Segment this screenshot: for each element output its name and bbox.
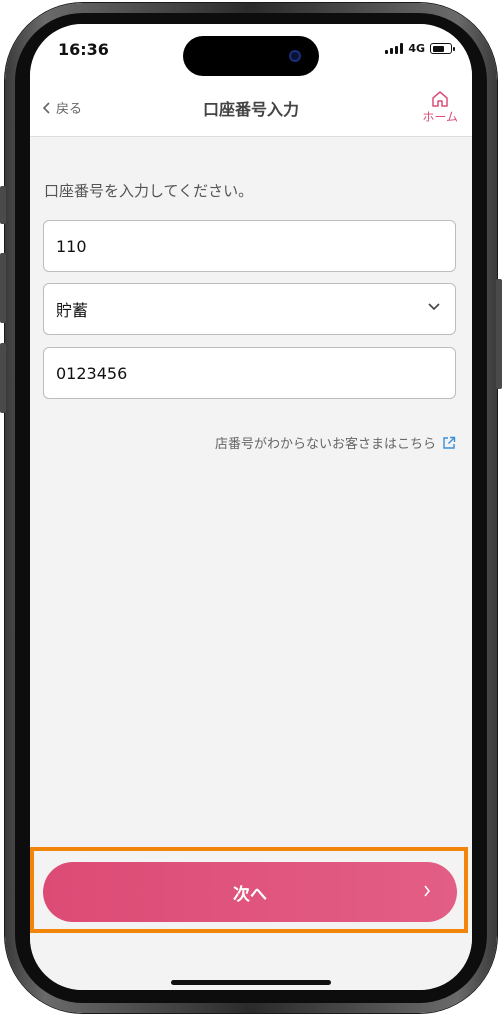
network-type: 4G xyxy=(408,42,425,55)
camera-icon xyxy=(289,50,301,62)
home-icon xyxy=(432,91,448,107)
external-link-icon xyxy=(443,436,456,449)
status-time: 16:36 xyxy=(58,40,109,59)
next-button-label: 次へ xyxy=(233,884,267,905)
home-label: ホーム xyxy=(422,110,458,124)
chevron-down-icon xyxy=(428,303,440,311)
side-button-right xyxy=(496,279,502,389)
home-indicator xyxy=(171,980,331,985)
branch-help-link[interactable]: 店番号がわからないお客さまはこちら xyxy=(215,433,456,452)
next-button[interactable]: 次へ xyxy=(43,862,457,922)
status-indicators: 4G xyxy=(385,42,455,55)
branch-number-field[interactable] xyxy=(43,220,456,272)
dynamic-island xyxy=(183,36,319,76)
account-number-field[interactable] xyxy=(43,347,456,399)
chevron-right-icon xyxy=(424,885,430,897)
signal-icon xyxy=(385,43,404,54)
account-number-input[interactable] xyxy=(56,363,443,383)
account-type-select[interactable]: 貯蓄 xyxy=(43,283,456,335)
side-button-left-2 xyxy=(0,253,6,323)
screen: 16:36 4G 戻る 口座番号入力 ホーム 口座番号を入力してください。 11… xyxy=(30,24,472,990)
page-title: 口座番号入力 xyxy=(202,100,299,119)
status-bar: 16:36 4G xyxy=(30,24,472,80)
battery-icon xyxy=(430,43,455,54)
nav-bar: 戻る 口座番号入力 ホーム xyxy=(30,80,472,137)
home-button[interactable]: ホーム xyxy=(422,90,458,125)
instruction-text: 口座番号を入力してください。 xyxy=(44,182,254,200)
branch-number-input[interactable] xyxy=(56,236,443,256)
help-link-text: 店番号がわからないお客さまはこちら xyxy=(214,437,436,452)
account-type-value: 貯蓄 xyxy=(56,301,89,320)
side-button-left-3 xyxy=(0,343,6,413)
side-button-left-1 xyxy=(0,186,6,224)
